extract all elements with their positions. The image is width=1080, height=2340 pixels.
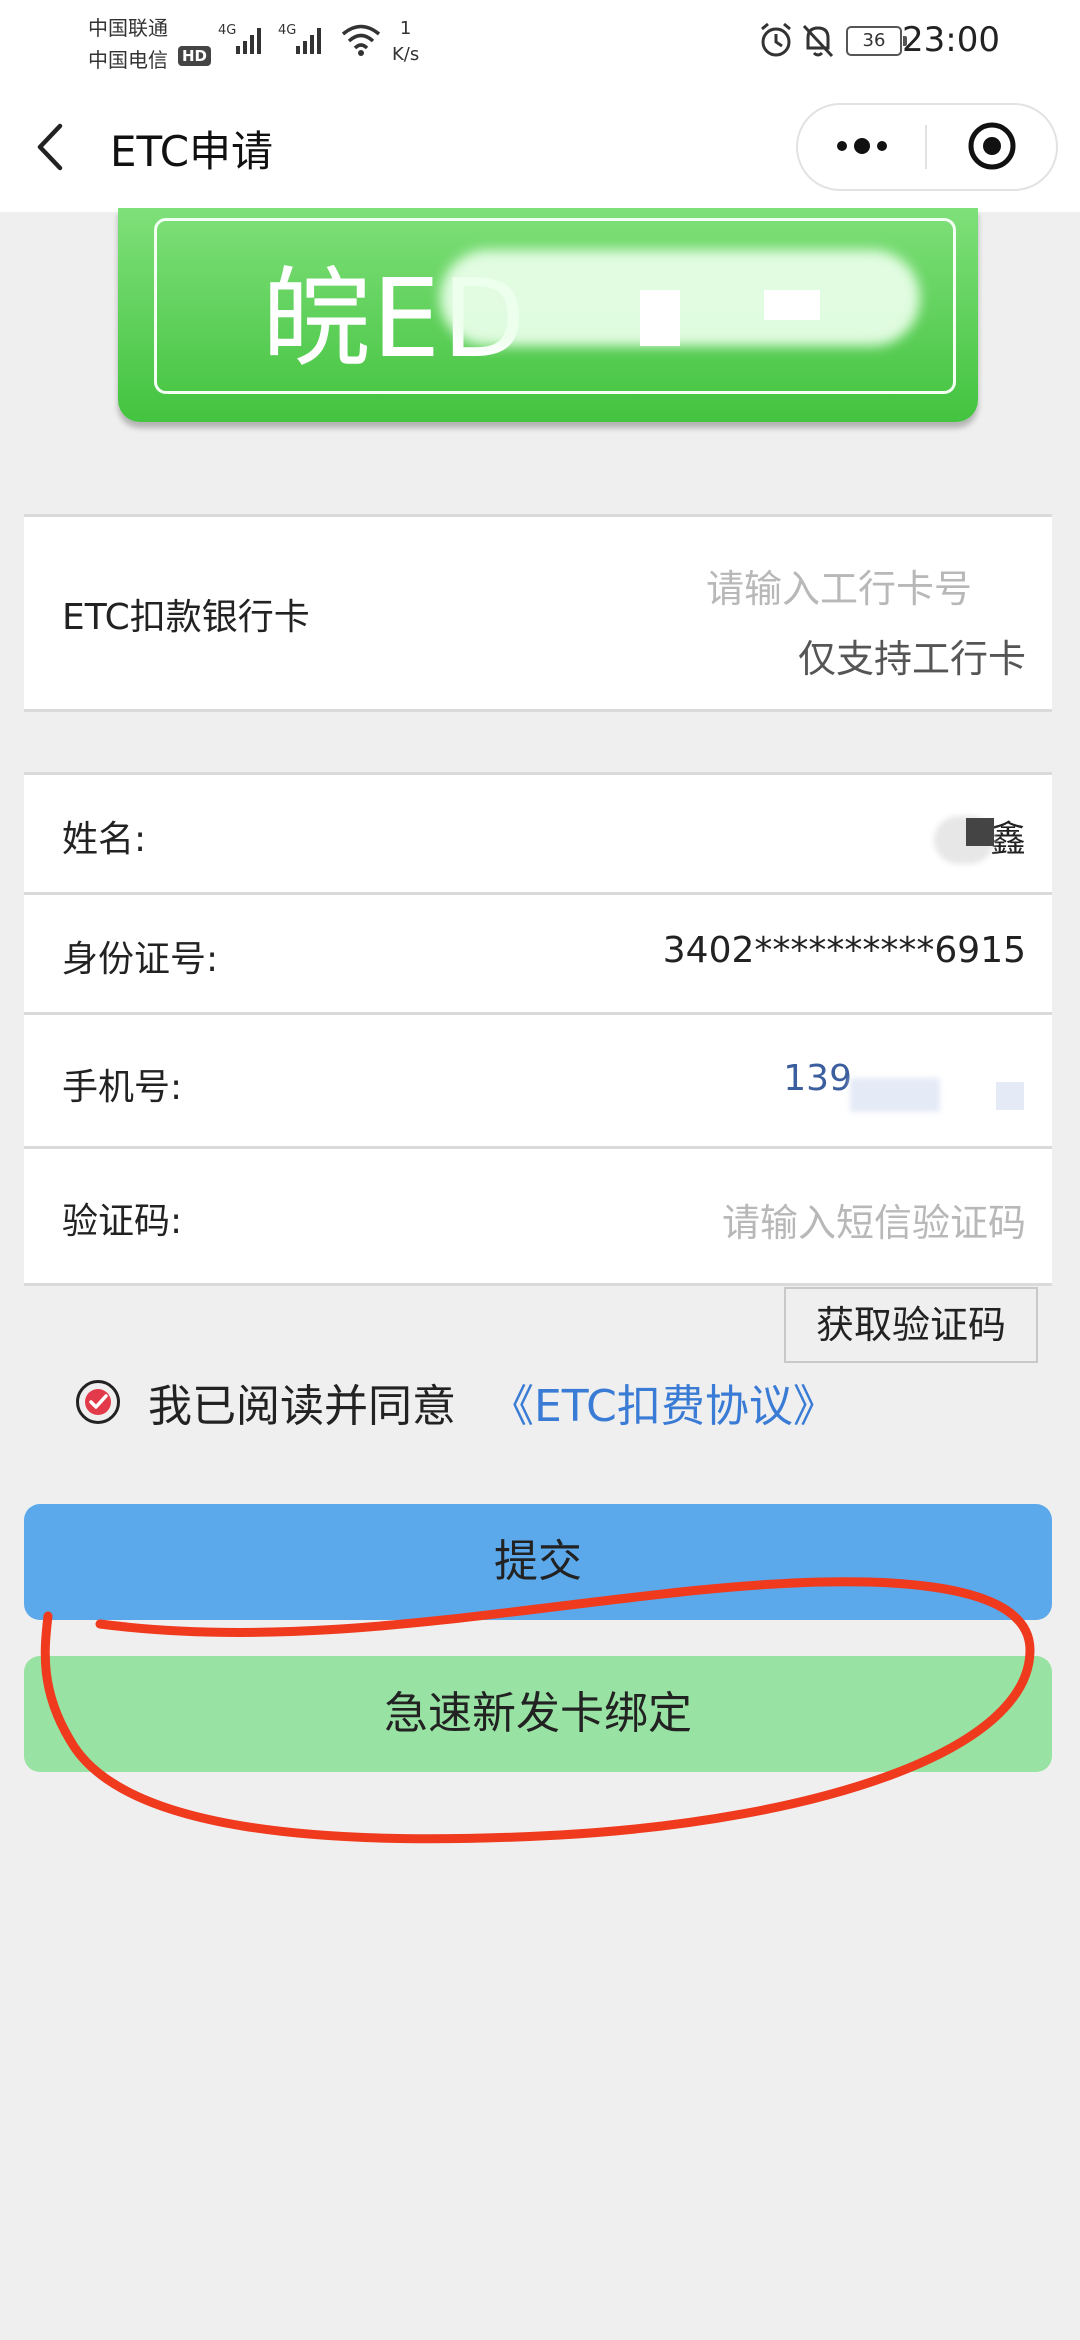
id-number-label: 身份证号: bbox=[62, 939, 219, 980]
privacy-pixel bbox=[996, 1082, 1024, 1110]
chevron-left-icon bbox=[37, 123, 63, 171]
network-speed-unit: K/s bbox=[392, 44, 420, 65]
close-miniprogram-button[interactable] bbox=[966, 120, 1018, 176]
more-button[interactable] bbox=[832, 128, 892, 168]
submit-button[interactable]: 提交 bbox=[24, 1504, 1052, 1620]
alarm-icon bbox=[758, 20, 794, 64]
page-title: ETC申请 bbox=[110, 127, 274, 176]
name-value: 鑫 bbox=[989, 819, 1026, 860]
agreement-text: 我已阅读并同意 bbox=[148, 1381, 456, 1432]
clock: 23:00 bbox=[902, 20, 1000, 60]
privacy-blur bbox=[850, 1078, 940, 1112]
privacy-pixel bbox=[966, 818, 994, 846]
bank-card-label: ETC扣款银行卡 bbox=[62, 597, 310, 638]
wifi-icon bbox=[340, 22, 382, 62]
target-circle-icon bbox=[968, 122, 1016, 170]
net-type-1: 4G bbox=[218, 23, 236, 38]
name-label: 姓名: bbox=[62, 819, 147, 860]
bank-card-hint: 仅支持工行卡 bbox=[797, 637, 1026, 681]
get-code-button[interactable]: 获取验证码 bbox=[784, 1287, 1038, 1363]
net-type-2: 4G bbox=[278, 23, 296, 38]
mute-bell-icon bbox=[800, 20, 836, 64]
capsule-divider bbox=[925, 125, 927, 169]
quick-bind-button[interactable]: 急速新发卡绑定 bbox=[24, 1656, 1052, 1772]
privacy-blur bbox=[440, 250, 920, 346]
signal-icon-1: 4G bbox=[218, 22, 274, 62]
signal-icon-2: 4G bbox=[278, 22, 334, 62]
row-divider bbox=[24, 892, 1052, 895]
hd-badge: HD bbox=[178, 46, 212, 66]
battery-indicator: 36 bbox=[846, 26, 907, 56]
checkmark-icon bbox=[85, 1389, 111, 1415]
row-divider bbox=[24, 1012, 1052, 1015]
phone-label: 手机号: bbox=[62, 1067, 183, 1108]
id-number-value: 3402**********6915 bbox=[662, 930, 1026, 971]
agreement-link[interactable]: 《ETC扣费协议》 bbox=[490, 1370, 837, 1434]
more-dots-icon bbox=[837, 138, 887, 154]
verify-code-label: 验证码: bbox=[62, 1201, 183, 1242]
network-speed: 1 K/s bbox=[392, 16, 419, 68]
privacy-pixel bbox=[764, 290, 820, 320]
row-divider bbox=[24, 1146, 1052, 1149]
carrier-1: 中国联通 bbox=[88, 16, 168, 40]
privacy-pixel bbox=[640, 290, 680, 346]
carrier-2: 中国电信 bbox=[88, 48, 168, 72]
bank-card-input[interactable]: 请输入工行卡号 bbox=[706, 558, 972, 613]
agreement-checkbox[interactable] bbox=[76, 1380, 120, 1424]
back-button[interactable] bbox=[30, 120, 74, 178]
verify-code-input[interactable]: 请输入短信验证码 bbox=[722, 1192, 1026, 1247]
network-speed-value: 1 bbox=[399, 18, 412, 39]
phone-value: 139 bbox=[783, 1058, 852, 1099]
